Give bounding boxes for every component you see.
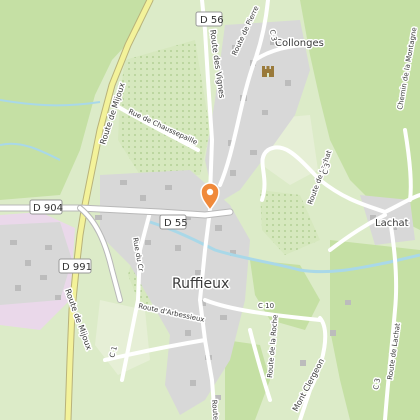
map-view[interactable]: Ruffieux Collonges Lachat Route de Mijou…: [0, 0, 420, 420]
place-label-lachat: Lachat: [375, 218, 409, 229]
svg-text:D 56: D 56: [200, 15, 224, 26]
shield-d991: D 991: [58, 258, 92, 274]
shield-d56: D 56: [195, 11, 224, 27]
svg-text:D 904: D 904: [33, 203, 63, 214]
map-canvas[interactable]: Ruffieux Collonges Lachat Route de Mijou…: [0, 0, 420, 420]
castle-icon: [262, 66, 274, 77]
svg-text:D 55: D 55: [164, 218, 188, 229]
place-label-collonges: Collonges: [275, 38, 324, 49]
svg-text:D 991: D 991: [62, 262, 92, 273]
shield-d55: D 55: [159, 214, 188, 230]
shield-d904: D 904: [29, 199, 63, 215]
place-label-ruffieux: Ruffieux: [172, 276, 229, 292]
ref-c10: C 10: [258, 302, 274, 310]
